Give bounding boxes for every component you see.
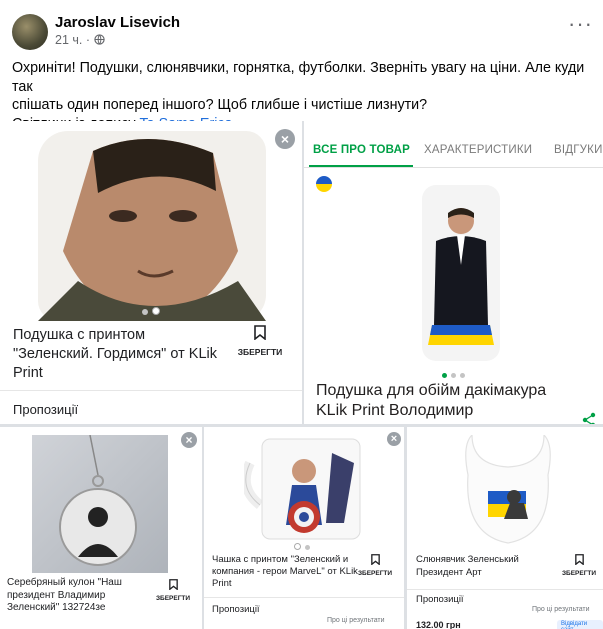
author-avatar[interactable] [12, 14, 48, 50]
divider [0, 390, 302, 391]
about-results-link[interactable]: Про ці результати [532, 606, 590, 613]
bib-image[interactable] [462, 433, 554, 547]
close-icon[interactable]: × [275, 129, 295, 149]
save-label: ЗБЕРЕГТИ [561, 570, 597, 577]
offers-link[interactable]: Пропозиції [13, 402, 78, 417]
post-meta: 21 ч. · [55, 33, 105, 47]
close-icon[interactable]: × [181, 432, 197, 448]
visit-site-button[interactable]: Відвідати сайт [557, 620, 603, 629]
carousel-dot[interactable] [142, 309, 148, 315]
mug-image[interactable] [240, 433, 374, 543]
carousel-dots[interactable] [440, 365, 467, 383]
tab-all-about-product[interactable]: ВСЕ ПРО ТОВАР [313, 144, 410, 156]
save-label: ЗБЕРЕГТИ [237, 347, 283, 357]
product-card-mug[interactable]: × Чашка с принтом "Зеленский и компания … [204, 427, 404, 629]
carousel-dot-active[interactable] [152, 307, 160, 315]
carousel-dot[interactable] [460, 373, 465, 378]
carousel-dot[interactable] [451, 373, 456, 378]
tabs: ВСЕ ПРО ТОВАР ХАРАКТЕРИСТИКИ ВІДГУКИ [304, 135, 603, 168]
product-card-bib[interactable]: Слюнявчик Зеленський Президент Арт ЗБЕРЕ… [407, 427, 603, 629]
dakimakura-image[interactable] [422, 185, 500, 361]
product-title[interactable]: Слюнявчик Зеленський Президент Арт [416, 554, 534, 579]
divider [204, 597, 404, 598]
bookmark-icon [574, 554, 584, 566]
pillow-image[interactable] [38, 131, 266, 321]
product-card-pillow[interactable]: × Подушка с принтом "Зеленский. Гордимся… [0, 121, 302, 424]
bookmark-icon [370, 554, 380, 566]
close-icon[interactable]: × [387, 432, 401, 446]
bib-photo [465, 433, 551, 544]
divider [407, 589, 603, 590]
offers-link[interactable]: Пропозиції [416, 594, 464, 605]
product-title[interactable]: Серебряный кулон "Наш президент Владимир… [7, 577, 157, 615]
ukraine-flag-icon [316, 176, 332, 192]
product-title-line1: Подушка для обійм дакімакура [316, 382, 547, 399]
carousel-dot[interactable] [305, 545, 310, 550]
face-photo [38, 138, 266, 321]
offers-link[interactable]: Пропозиції [212, 604, 260, 615]
mug-photo [240, 438, 361, 540]
bookmark-icon [168, 579, 178, 591]
product-page-dakimakura[interactable]: ВСЕ ПРО ТОВАР ХАРАКТЕРИСТИКИ ВІДГУКИ Под… [304, 121, 603, 424]
save-button[interactable]: ЗБЕРЕГТИ [232, 325, 288, 357]
carousel-dot-active[interactable] [294, 543, 301, 550]
globe-icon [93, 34, 105, 45]
tab-reviews[interactable]: ВІДГУКИ [554, 144, 603, 156]
suit-figure [428, 208, 494, 345]
more-options-icon[interactable]: ··· [568, 13, 593, 35]
post-text-line: спішать один поперед іншого? Щоб глибше … [12, 97, 428, 113]
active-tab-indicator [309, 165, 413, 167]
carousel-dot-active[interactable] [442, 373, 447, 378]
tab-characteristics[interactable]: ХАРАКТЕРИСТИКИ [424, 144, 532, 156]
about-results-link[interactable]: Про ці результати [327, 617, 385, 624]
save-button[interactable]: ЗБЕРЕГТИ [357, 552, 393, 577]
save-button[interactable]: ЗБЕРЕГТИ [155, 577, 191, 602]
post-time[interactable]: 21 ч. [55, 33, 82, 47]
price: 132.00 грн [416, 620, 461, 629]
save-button[interactable]: ЗБЕРЕГТИ [561, 552, 597, 577]
meta-separator: · [85, 33, 91, 47]
product-card-pendant[interactable]: × Серебряный кулон "Наш президент Владим… [0, 427, 202, 629]
pendant-image[interactable] [32, 434, 168, 573]
author-name[interactable]: Jaroslav Lisevich [55, 14, 180, 31]
carousel-dots[interactable] [292, 537, 312, 555]
post-text-line: Охриніти! Подушки, слюнявчики, горнятка,… [12, 60, 585, 95]
product-title[interactable]: Чашка с принтом "Зеленский и компания - … [212, 554, 360, 590]
pendant-photo [59, 434, 137, 566]
product-title-line2: KLik Print Володимир [316, 402, 474, 419]
bookmark-icon [254, 325, 266, 341]
product-title[interactable]: Подушка с принтом "Зеленский. Гордимся" … [13, 326, 218, 383]
save-label: ЗБЕРЕГТИ [357, 570, 393, 577]
save-label: ЗБЕРЕГТИ [155, 595, 191, 602]
share-icon[interactable] [581, 412, 597, 424]
carousel-dots[interactable] [140, 302, 162, 320]
